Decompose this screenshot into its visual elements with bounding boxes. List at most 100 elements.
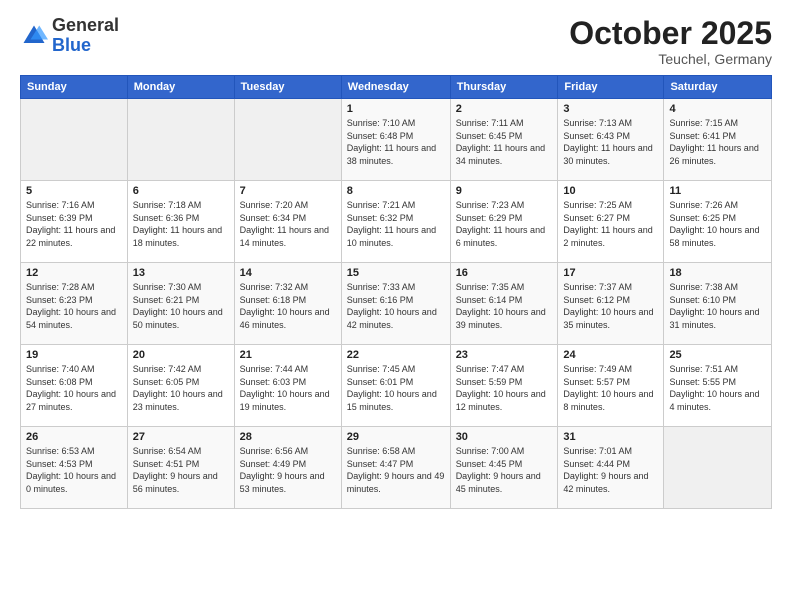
day-info: Sunrise: 7:15 AM Sunset: 6:41 PM Dayligh…	[669, 117, 766, 167]
page: General Blue October 2025 Teuchel, Germa…	[0, 0, 792, 612]
day-number: 6	[133, 185, 229, 197]
day-info: Sunrise: 7:26 AM Sunset: 6:25 PM Dayligh…	[669, 199, 766, 249]
calendar-header-row: SundayMondayTuesdayWednesdayThursdayFrid…	[21, 76, 772, 99]
day-cell: 3 Sunrise: 7:13 AM Sunset: 6:43 PM Daylig…	[558, 99, 664, 181]
day-number: 30	[456, 431, 553, 443]
day-number: 17	[563, 267, 658, 279]
day-info: Sunrise: 7:01 AM Sunset: 4:44 PM Dayligh…	[563, 445, 658, 495]
day-cell	[234, 99, 341, 181]
day-cell: 8 Sunrise: 7:21 AM Sunset: 6:32 PM Daylig…	[341, 181, 450, 263]
day-info: Sunrise: 7:33 AM Sunset: 6:16 PM Dayligh…	[347, 281, 445, 331]
logo-icon	[20, 22, 48, 50]
day-number: 29	[347, 431, 445, 443]
week-row-5: 26 Sunrise: 6:53 AM Sunset: 4:53 PM Dayli…	[21, 427, 772, 509]
day-cell: 21 Sunrise: 7:44 AM Sunset: 6:03 PM Dayli…	[234, 345, 341, 427]
location: Teuchel, Germany	[569, 51, 772, 67]
day-cell: 31 Sunrise: 7:01 AM Sunset: 4:44 PM Dayli…	[558, 427, 664, 509]
calendar-header-saturday: Saturday	[664, 76, 772, 99]
day-info: Sunrise: 7:42 AM Sunset: 6:05 PM Dayligh…	[133, 363, 229, 413]
day-cell: 17 Sunrise: 7:37 AM Sunset: 6:12 PM Dayli…	[558, 263, 664, 345]
day-number: 3	[563, 103, 658, 115]
day-cell: 4Sunrise: 7:15 AM Sunset: 6:41 PM Daylig…	[664, 99, 772, 181]
day-cell: 23 Sunrise: 7:47 AM Sunset: 5:59 PM Dayli…	[450, 345, 558, 427]
day-cell: 10 Sunrise: 7:25 AM Sunset: 6:27 PM Dayli…	[558, 181, 664, 263]
week-row-3: 12Sunrise: 7:28 AM Sunset: 6:23 PM Dayli…	[21, 263, 772, 345]
week-row-4: 19 Sunrise: 7:40 AM Sunset: 6:08 PM Dayli…	[21, 345, 772, 427]
day-number: 25	[669, 349, 766, 361]
day-cell: 14Sunrise: 7:32 AM Sunset: 6:18 PM Dayli…	[234, 263, 341, 345]
day-cell	[664, 427, 772, 509]
day-number: 22	[347, 349, 445, 361]
day-info: Sunrise: 7:32 AM Sunset: 6:18 PM Dayligh…	[240, 281, 336, 331]
calendar: SundayMondayTuesdayWednesdayThursdayFrid…	[20, 75, 772, 509]
day-info: Sunrise: 7:18 AM Sunset: 6:36 PM Dayligh…	[133, 199, 229, 249]
day-info: Sunrise: 7:40 AM Sunset: 6:08 PM Dayligh…	[26, 363, 122, 413]
day-info: Sunrise: 6:54 AM Sunset: 4:51 PM Dayligh…	[133, 445, 229, 495]
header: General Blue October 2025 Teuchel, Germa…	[20, 16, 772, 67]
day-cell: 5Sunrise: 7:16 AM Sunset: 6:39 PM Daylig…	[21, 181, 128, 263]
day-number: 27	[133, 431, 229, 443]
day-cell: 27 Sunrise: 6:54 AM Sunset: 4:51 PM Dayli…	[127, 427, 234, 509]
day-cell: 19 Sunrise: 7:40 AM Sunset: 6:08 PM Dayli…	[21, 345, 128, 427]
day-number: 9	[456, 185, 553, 197]
day-cell: 2 Sunrise: 7:11 AM Sunset: 6:45 PM Daylig…	[450, 99, 558, 181]
day-number: 31	[563, 431, 658, 443]
day-number: 10	[563, 185, 658, 197]
day-cell: 16Sunrise: 7:35 AM Sunset: 6:14 PM Dayli…	[450, 263, 558, 345]
day-info: Sunrise: 7:47 AM Sunset: 5:59 PM Dayligh…	[456, 363, 553, 413]
day-number: 2	[456, 103, 553, 115]
day-number: 19	[26, 349, 122, 361]
day-cell: 1 Sunrise: 7:10 AM Sunset: 6:48 PM Daylig…	[341, 99, 450, 181]
day-cell: 29Sunrise: 6:58 AM Sunset: 4:47 PM Dayli…	[341, 427, 450, 509]
day-info: Sunrise: 7:37 AM Sunset: 6:12 PM Dayligh…	[563, 281, 658, 331]
day-number: 11	[669, 185, 766, 197]
day-info: Sunrise: 6:53 AM Sunset: 4:53 PM Dayligh…	[26, 445, 122, 495]
day-cell: 30Sunrise: 7:00 AM Sunset: 4:45 PM Dayli…	[450, 427, 558, 509]
day-info: Sunrise: 7:11 AM Sunset: 6:45 PM Dayligh…	[456, 117, 553, 167]
calendar-header-tuesday: Tuesday	[234, 76, 341, 99]
calendar-header-friday: Friday	[558, 76, 664, 99]
logo-blue-text: Blue	[52, 35, 91, 55]
logo-text: General Blue	[52, 16, 119, 56]
day-number: 16	[456, 267, 553, 279]
day-number: 1	[347, 103, 445, 115]
day-cell: 20 Sunrise: 7:42 AM Sunset: 6:05 PM Dayli…	[127, 345, 234, 427]
day-number: 20	[133, 349, 229, 361]
day-number: 13	[133, 267, 229, 279]
month-title: October 2025	[569, 16, 772, 51]
day-cell: 11 Sunrise: 7:26 AM Sunset: 6:25 PM Dayli…	[664, 181, 772, 263]
day-number: 26	[26, 431, 122, 443]
day-cell: 18 Sunrise: 7:38 AM Sunset: 6:10 PM Dayli…	[664, 263, 772, 345]
calendar-header-thursday: Thursday	[450, 76, 558, 99]
day-number: 24	[563, 349, 658, 361]
week-row-2: 5Sunrise: 7:16 AM Sunset: 6:39 PM Daylig…	[21, 181, 772, 263]
day-cell: 13 Sunrise: 7:30 AM Sunset: 6:21 PM Dayli…	[127, 263, 234, 345]
day-cell: 15Sunrise: 7:33 AM Sunset: 6:16 PM Dayli…	[341, 263, 450, 345]
day-info: Sunrise: 7:13 AM Sunset: 6:43 PM Dayligh…	[563, 117, 658, 167]
day-cell: 28 Sunrise: 6:56 AM Sunset: 4:49 PM Dayli…	[234, 427, 341, 509]
day-cell: 7 Sunrise: 7:20 AM Sunset: 6:34 PM Daylig…	[234, 181, 341, 263]
day-info: Sunrise: 6:56 AM Sunset: 4:49 PM Dayligh…	[240, 445, 336, 495]
day-number: 12	[26, 267, 122, 279]
day-cell: 24Sunrise: 7:49 AM Sunset: 5:57 PM Dayli…	[558, 345, 664, 427]
day-number: 28	[240, 431, 336, 443]
day-info: Sunrise: 7:16 AM Sunset: 6:39 PM Dayligh…	[26, 199, 122, 249]
day-number: 7	[240, 185, 336, 197]
day-number: 21	[240, 349, 336, 361]
day-number: 23	[456, 349, 553, 361]
day-number: 18	[669, 267, 766, 279]
logo-general-text: General	[52, 15, 119, 35]
day-info: Sunrise: 7:30 AM Sunset: 6:21 PM Dayligh…	[133, 281, 229, 331]
calendar-header-monday: Monday	[127, 76, 234, 99]
day-cell	[21, 99, 128, 181]
day-info: Sunrise: 7:21 AM Sunset: 6:32 PM Dayligh…	[347, 199, 445, 249]
day-cell: 22Sunrise: 7:45 AM Sunset: 6:01 PM Dayli…	[341, 345, 450, 427]
day-number: 8	[347, 185, 445, 197]
day-info: Sunrise: 7:20 AM Sunset: 6:34 PM Dayligh…	[240, 199, 336, 249]
day-info: Sunrise: 7:25 AM Sunset: 6:27 PM Dayligh…	[563, 199, 658, 249]
week-row-1: 1 Sunrise: 7:10 AM Sunset: 6:48 PM Daylig…	[21, 99, 772, 181]
day-info: Sunrise: 7:44 AM Sunset: 6:03 PM Dayligh…	[240, 363, 336, 413]
day-cell: 26 Sunrise: 6:53 AM Sunset: 4:53 PM Dayli…	[21, 427, 128, 509]
day-info: Sunrise: 7:38 AM Sunset: 6:10 PM Dayligh…	[669, 281, 766, 331]
day-info: Sunrise: 7:10 AM Sunset: 6:48 PM Dayligh…	[347, 117, 445, 167]
